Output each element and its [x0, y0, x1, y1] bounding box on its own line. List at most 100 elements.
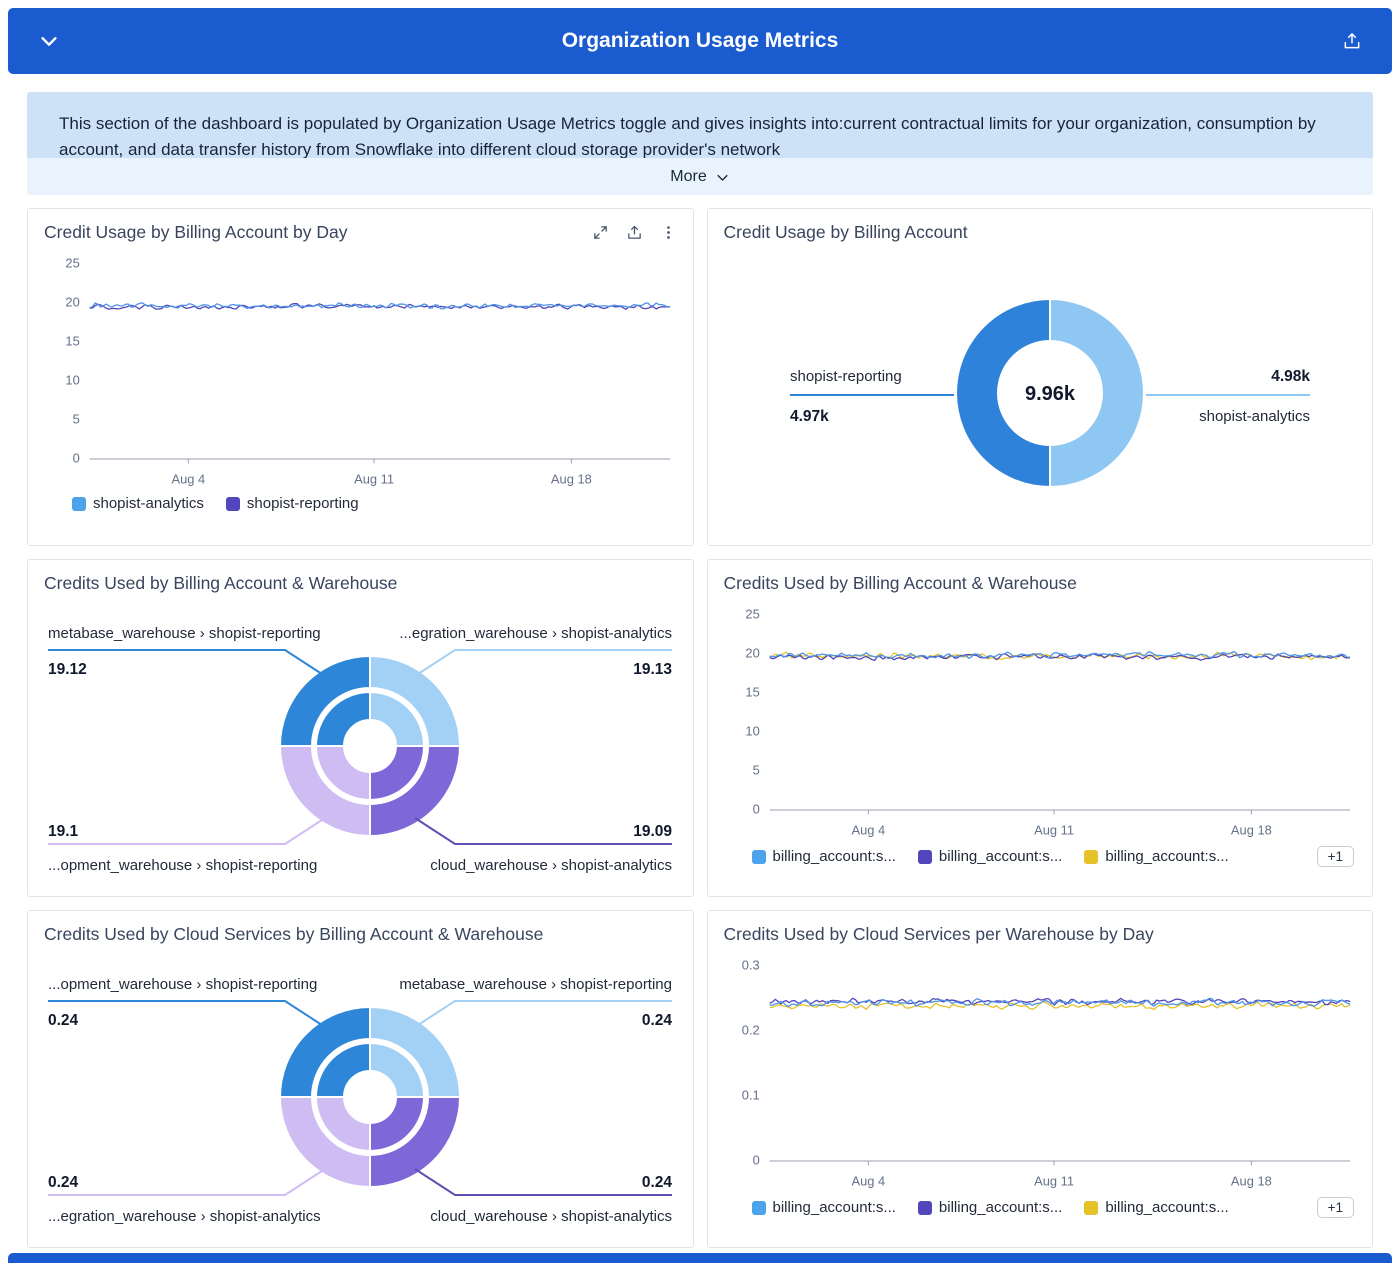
section-header: Organization Usage Metrics [8, 8, 1392, 74]
kebab-menu-icon[interactable] [660, 224, 677, 241]
legend-swatch-icon [72, 497, 86, 511]
next-section-header[interactable] [8, 1253, 1392, 1263]
panel-cloud-services-per-warehouse: Credits Used by Cloud Services per Wareh… [707, 910, 1374, 1248]
legend-swatch-icon [1084, 1201, 1098, 1215]
panel-header: Credit Usage by Billing Account [708, 209, 1373, 245]
svg-text:0: 0 [752, 1152, 759, 1167]
svg-text:0.24: 0.24 [48, 1174, 79, 1191]
legend-item[interactable]: billing_account:s... [1084, 848, 1228, 865]
panel-credits-by-warehouse-timeseries: Credits Used by Billing Account & Wareho… [707, 559, 1374, 897]
info-banner: This section of the dashboard is populat… [27, 92, 1373, 158]
svg-text:Aug 18: Aug 18 [1231, 1173, 1272, 1188]
panel-credit-usage-by-account: Credit Usage by Billing Account 4.98ksho… [707, 208, 1374, 546]
svg-text:25: 25 [66, 256, 80, 271]
svg-text:0.3: 0.3 [742, 958, 760, 973]
legend-item[interactable]: shopist-reporting [226, 495, 359, 512]
section-title: Organization Usage Metrics [562, 29, 839, 53]
legend-item[interactable]: billing_account:s... [752, 1199, 896, 1216]
svg-text:0.1: 0.1 [742, 1088, 760, 1103]
panel-title: Credits Used by Billing Account & Wareho… [44, 573, 397, 594]
legend-label: shopist-reporting [247, 495, 359, 512]
legend-swatch-icon [918, 850, 932, 864]
svg-text:...opment_warehouse › shopist-: ...opment_warehouse › shopist-reporting [48, 976, 317, 993]
svg-text:Aug 18: Aug 18 [551, 471, 592, 486]
svg-text:...opment_warehouse › shopist-: ...opment_warehouse › shopist-reporting [48, 857, 317, 874]
svg-text:19.13: 19.13 [633, 661, 672, 678]
legend-label: billing_account:s... [773, 848, 896, 865]
legend-item[interactable]: billing_account:s... [1084, 1199, 1228, 1216]
panel-credit-usage-by-day: Credit Usage by Billing Account by Day [27, 208, 694, 546]
panel-title: Credits Used by Cloud Services per Wareh… [724, 924, 1154, 945]
legend-item[interactable]: billing_account:s... [918, 848, 1062, 865]
legend-item[interactable]: shopist-analytics [72, 495, 204, 512]
panel-cloud-services-sunburst: Credits Used by Cloud Services by Billin… [27, 910, 694, 1248]
cloud-services-line-chart[interactable]: 0 0.1 0.2 0.3 Aug 4 Aug 11 Aug 18 [722, 951, 1358, 1195]
legend-label: billing_account:s... [939, 848, 1062, 865]
credits-by-warehouse-sunburst-chart[interactable]: metabase_warehouse › shopist-reporting 19… [40, 596, 680, 888]
svg-text:19.12: 19.12 [48, 661, 87, 678]
svg-text:Aug 18: Aug 18 [1231, 822, 1272, 837]
legend-swatch-icon [1084, 850, 1098, 864]
svg-text:...egration_warehouse › shopis: ...egration_warehouse › shopist-analytic… [48, 1208, 321, 1225]
info-banner-text: This section of the dashboard is populat… [59, 111, 1341, 158]
svg-text:5: 5 [752, 762, 759, 777]
more-label: More [670, 168, 706, 186]
legend-more-button[interactable]: +1 [1317, 1197, 1354, 1218]
more-button[interactable]: More [27, 158, 1373, 195]
svg-text:5: 5 [73, 411, 80, 426]
export-icon[interactable] [626, 224, 643, 241]
svg-text:shopist-reporting: shopist-reporting [790, 368, 902, 385]
legend-label: billing_account:s... [939, 1199, 1062, 1216]
collapse-section-button[interactable] [34, 26, 64, 56]
svg-text:cloud_warehouse › shopist-anal: cloud_warehouse › shopist-analytics [430, 857, 672, 874]
export-icon [1342, 31, 1362, 51]
svg-text:0.2: 0.2 [742, 1023, 760, 1038]
svg-text:0.24: 0.24 [642, 1012, 673, 1029]
svg-text:Aug 11: Aug 11 [354, 471, 394, 486]
svg-text:15: 15 [745, 685, 759, 700]
credits-by-warehouse-line-chart[interactable]: 0510152025Aug 4Aug 11Aug 18 [722, 600, 1358, 844]
credit-usage-by-day-line-chart[interactable]: 0510152025Aug 4Aug 11Aug 18 [42, 249, 678, 493]
svg-text:20: 20 [745, 646, 759, 661]
legend-label: billing_account:s... [1105, 1199, 1228, 1216]
svg-text:...egration_warehouse › shopis: ...egration_warehouse › shopist-analytic… [400, 625, 673, 642]
legend-more-button[interactable]: +1 [1317, 846, 1354, 867]
svg-text:15: 15 [66, 334, 80, 349]
legend-item[interactable]: billing_account:s... [918, 1199, 1062, 1216]
svg-text:Aug 4: Aug 4 [851, 1173, 885, 1188]
legend-swatch-icon [918, 1201, 932, 1215]
svg-text:25: 25 [745, 607, 759, 622]
dashboard-page: Organization Usage Metrics This section … [0, 8, 1400, 1263]
svg-text:19.09: 19.09 [633, 823, 672, 840]
credit-usage-donut-chart[interactable]: 4.98kshopist-analyticsshopist-reporting4… [720, 245, 1360, 533]
chart-legend: billing_account:s... billing_account:s...… [708, 1195, 1373, 1218]
panel-header: Credits Used by Cloud Services per Wareh… [708, 911, 1373, 947]
legend-label: billing_account:s... [1105, 848, 1228, 865]
legend-swatch-icon [226, 497, 240, 511]
chevron-down-icon [715, 168, 730, 185]
svg-text:Aug 11: Aug 11 [1034, 822, 1074, 837]
panel-credits-by-warehouse-sunburst: Credits Used by Billing Account & Wareho… [27, 559, 694, 897]
legend-swatch-icon [752, 1201, 766, 1215]
svg-text:Aug 4: Aug 4 [851, 822, 885, 837]
share-section-button[interactable] [1338, 27, 1366, 55]
section-content: This section of the dashboard is populat… [0, 92, 1400, 1248]
svg-text:20: 20 [66, 295, 80, 310]
legend-swatch-icon [752, 850, 766, 864]
panel-header: Credits Used by Cloud Services by Billin… [28, 911, 693, 947]
svg-text:metabase_warehouse › shopist-r: metabase_warehouse › shopist-reporting [48, 625, 321, 642]
panel-header: Credits Used by Billing Account & Wareho… [28, 560, 693, 596]
panel-title: Credits Used by Cloud Services by Billin… [44, 924, 543, 945]
svg-text:cloud_warehouse › shopist-anal: cloud_warehouse › shopist-analytics [430, 1208, 672, 1225]
svg-text:Aug 11: Aug 11 [1034, 1173, 1074, 1188]
cloud-services-sunburst-chart[interactable]: ...opment_warehouse › shopist-reporting 0… [40, 947, 680, 1239]
panel-actions [592, 224, 677, 241]
expand-icon[interactable] [592, 224, 609, 241]
svg-text:0: 0 [752, 801, 759, 816]
legend-item[interactable]: billing_account:s... [752, 848, 896, 865]
chevron-down-icon [38, 30, 60, 52]
legend-label: shopist-analytics [93, 495, 204, 512]
svg-text:4.98k: 4.98k [1271, 368, 1310, 385]
panel-grid: Credit Usage by Billing Account by Day [27, 208, 1373, 1248]
svg-text:10: 10 [66, 373, 80, 388]
